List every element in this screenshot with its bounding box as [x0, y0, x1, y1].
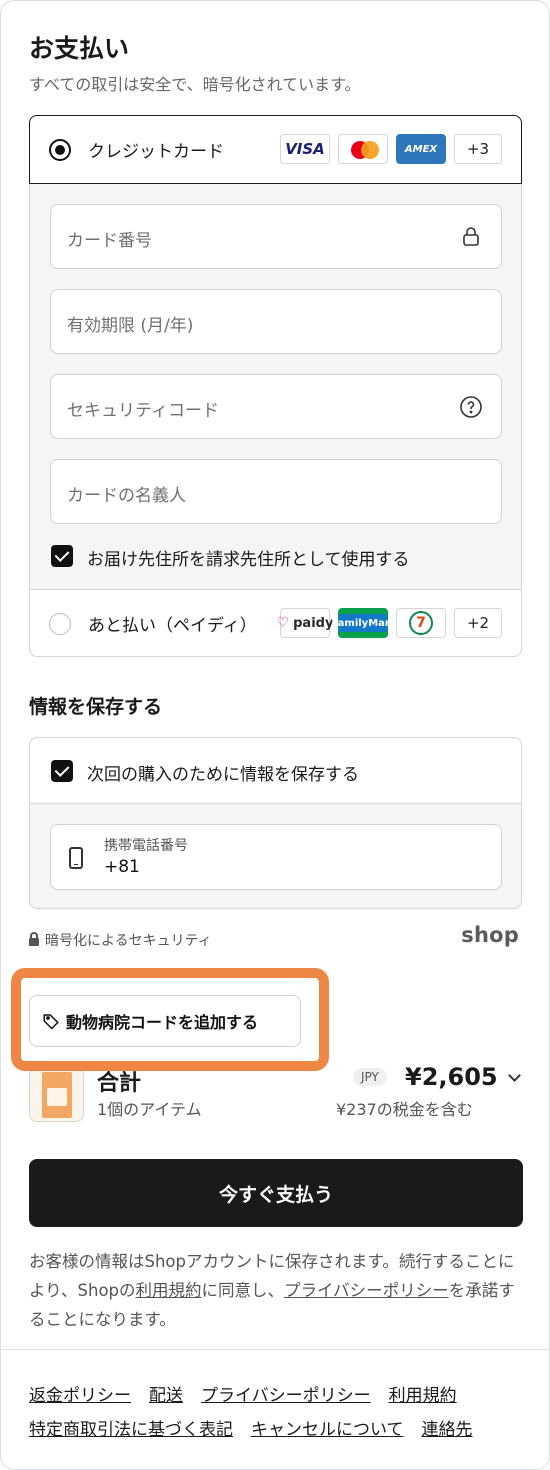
save-info-checkbox[interactable]	[51, 760, 73, 782]
total-price: ¥2,605	[405, 1063, 498, 1091]
save-info-title: 情報を保存する	[29, 696, 163, 718]
currency-badge: JPY	[353, 1068, 387, 1086]
page-subtitle: すべての取引は安全で、暗号化されています。	[29, 75, 361, 94]
paidy-heart-icon: ♡	[276, 615, 290, 631]
visa-logo: VISA	[280, 134, 330, 164]
product-thumbnail	[29, 1067, 84, 1122]
privacy-link[interactable]: プライバシーポリシー	[284, 1281, 449, 1300]
help-icon[interactable]	[459, 395, 483, 419]
payment-methods: クレジットカード VISA AMEX +3 カード番号 有効期限 (月/年) セ…	[29, 115, 522, 657]
phone-icon	[69, 847, 83, 869]
shop-account-notice: お客様の情報はShopアカウントに保存されます。続行することにより、Shopの利…	[29, 1252, 515, 1329]
footer-links-row-2: 特定商取引法に基づく表記 キャンセルについて 連絡先	[29, 1415, 491, 1440]
lock-icon	[463, 227, 479, 246]
commerce-law-link[interactable]: 特定商取引法に基づく表記	[29, 1420, 233, 1440]
tag-icon	[43, 1014, 59, 1030]
card-name-placeholder: カードの名義人	[67, 486, 186, 506]
save-info-box: 次回の購入のために情報を保存する 携帯電話番号 +81	[29, 737, 522, 909]
credit-card-option[interactable]: クレジットカード VISA AMEX +3	[29, 115, 522, 184]
paidy-radio[interactable]	[49, 613, 71, 635]
expiry-field[interactable]: 有効期限 (月/年)	[50, 289, 502, 354]
privacy-policy-link[interactable]: プライバシーポリシー	[201, 1386, 371, 1406]
billing-address-checkbox[interactable]	[51, 545, 73, 567]
save-info-label: 次回の購入のために情報を保存する	[87, 765, 359, 785]
seven-eleven-logo: 7	[396, 608, 446, 638]
pay-now-button[interactable]: 今すぐ支払う	[29, 1159, 523, 1227]
card-number-field[interactable]: カード番号	[50, 204, 502, 269]
billing-address-label: お届け先住所を請求先住所として使用する	[87, 550, 410, 570]
paidy-logo: ♡ paidy	[276, 608, 333, 638]
add-vet-code-label: 動物病院コードを追加する	[66, 1013, 259, 1032]
more-cards-badge: +3	[454, 134, 502, 164]
security-code-field[interactable]: セキュリティコード	[50, 374, 502, 439]
phone-field[interactable]: 携帯電話番号 +81	[50, 824, 502, 890]
security-text: 暗号化によるセキュリティ	[45, 933, 212, 949]
shop-logo: shop	[461, 923, 519, 947]
familymart-logo: FamilyMart	[331, 608, 395, 638]
cancellation-link[interactable]: キャンセルについて	[251, 1420, 404, 1440]
shipping-link[interactable]: 配送	[149, 1386, 183, 1406]
item-count: 1個のアイテム	[97, 1100, 202, 1119]
amex-logo: AMEX	[396, 134, 446, 164]
security-code-placeholder: セキュリティコード	[67, 401, 219, 421]
terms-link[interactable]: 利用規約	[136, 1281, 202, 1300]
credit-card-label: クレジットカード	[88, 142, 224, 162]
refund-policy-link[interactable]: 返金ポリシー	[29, 1386, 131, 1406]
footer-links-row-1: 返金ポリシー 配送 プライバシーポリシー 利用規約	[29, 1381, 475, 1406]
lock-icon	[29, 932, 39, 946]
paidy-label: あと払い（ペイディ）	[88, 616, 257, 636]
more-paidy-badge: +2	[454, 608, 502, 638]
expiry-placeholder: 有効期限 (月/年)	[67, 316, 194, 336]
security-note: 暗号化によるセキュリティ	[29, 930, 212, 950]
card-name-field[interactable]: カードの名義人	[50, 459, 502, 524]
tax-note: ¥237の税金を含む	[336, 1100, 473, 1119]
paidy-option[interactable]: あと払い（ペイディ） ♡ paidy FamilyMart 7 +2	[30, 589, 521, 656]
footer-divider	[1, 1349, 550, 1350]
chevron-down-icon[interactable]	[508, 1069, 521, 1082]
checkout-panel: お支払い すべての取引は安全で、暗号化されています。 クレジットカード VISA…	[0, 0, 550, 1470]
phone-label: 携帯電話番号	[104, 838, 188, 854]
credit-card-radio[interactable]	[49, 139, 71, 161]
page-title: お支払い	[29, 34, 130, 63]
mastercard-logo	[338, 134, 388, 164]
card-number-placeholder: カード番号	[67, 231, 152, 251]
contact-link[interactable]: 連絡先	[422, 1420, 473, 1440]
phone-value: +81	[104, 857, 140, 877]
add-vet-code-button[interactable]: 動物病院コードを追加する	[29, 995, 301, 1047]
save-info-row: 次回の購入のために情報を保存する	[30, 738, 521, 804]
terms-of-service-link[interactable]: 利用規約	[389, 1386, 457, 1406]
